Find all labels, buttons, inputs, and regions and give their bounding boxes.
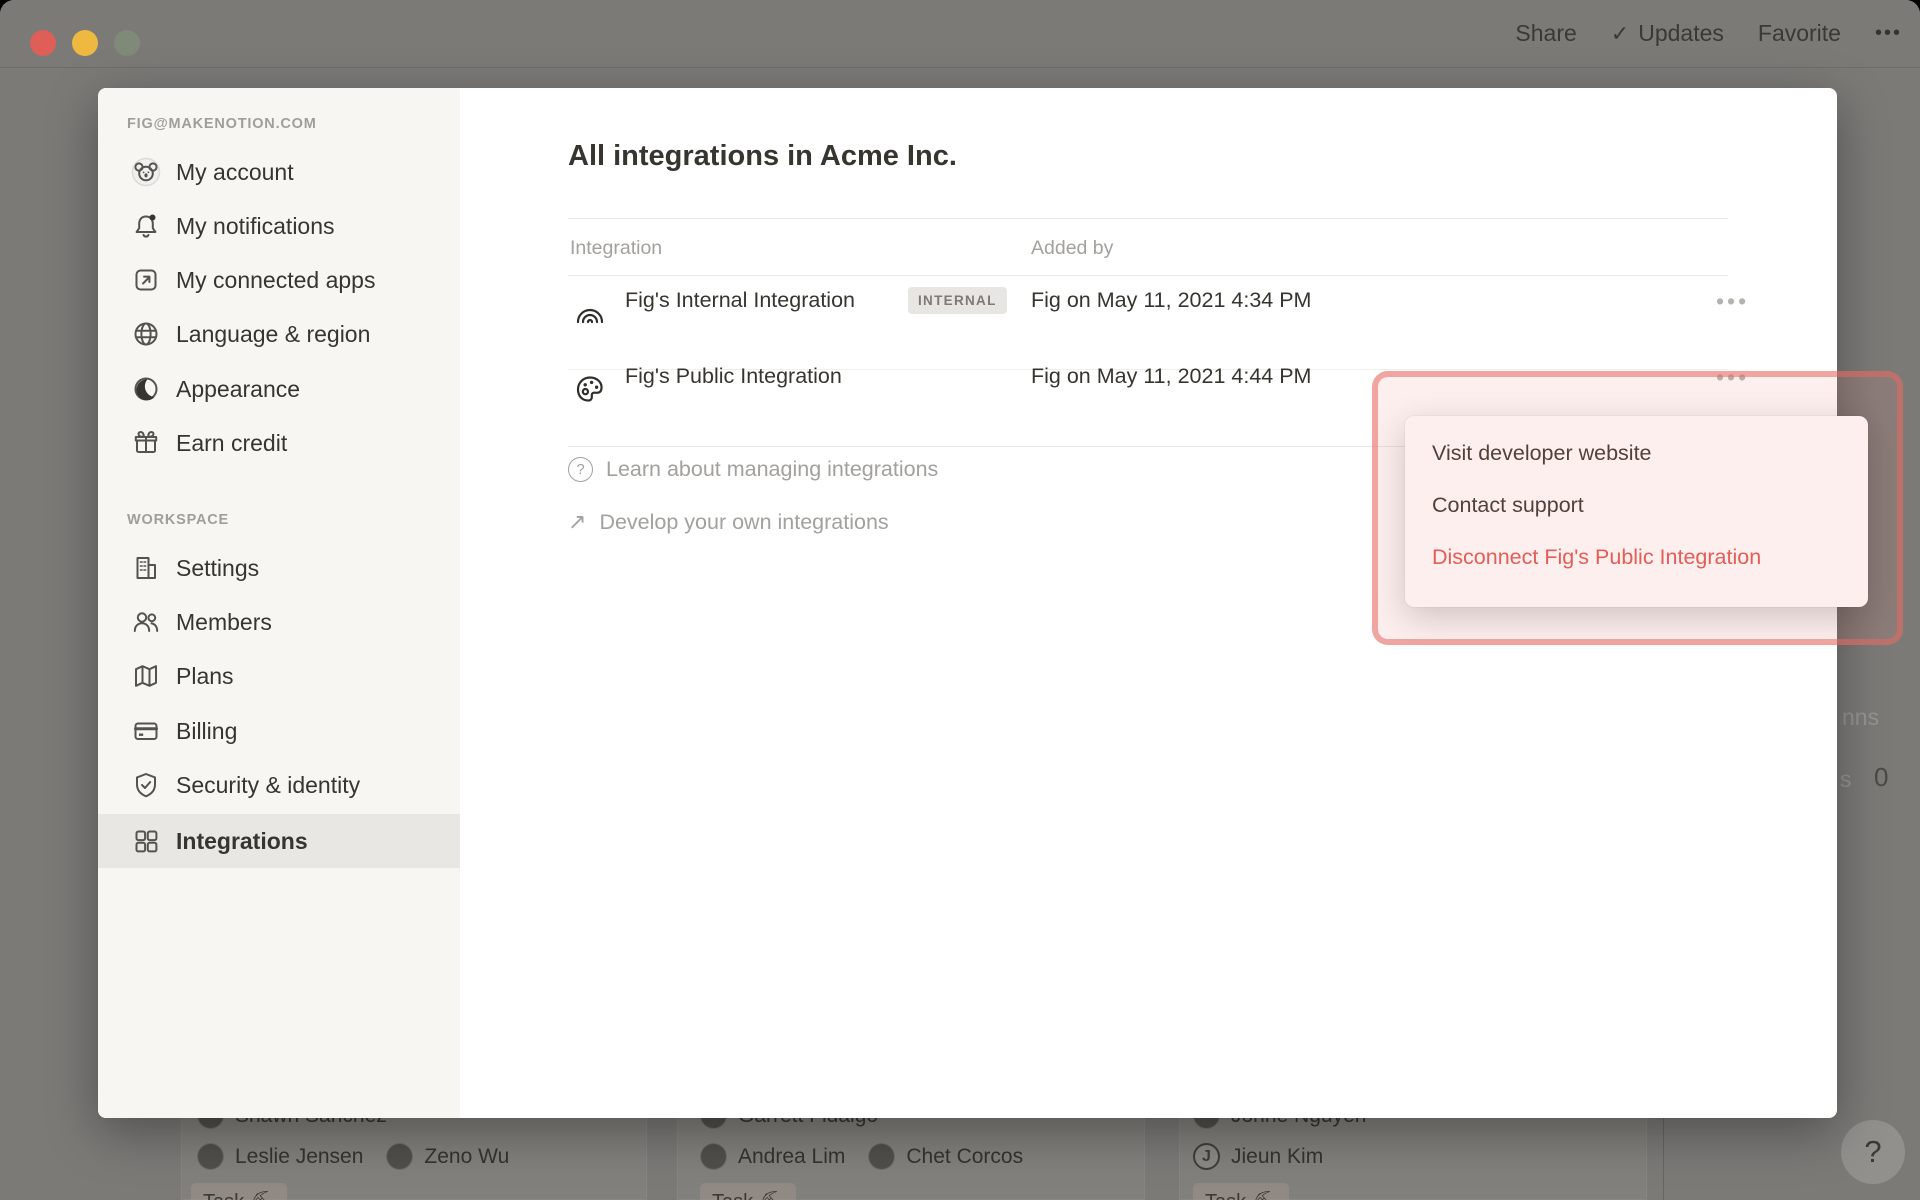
sidebar-item-my-notifications[interactable]: My notifications (98, 199, 460, 253)
menu-item-disconnect-integration[interactable]: Disconnect Fig's Public Integration (1405, 531, 1868, 583)
share-button[interactable]: Share (1515, 20, 1576, 47)
sidebar-item-label: Appearance (176, 376, 300, 403)
sidebar-item-appearance[interactable]: Appearance (98, 362, 460, 416)
letter-avatar: J (1193, 1143, 1220, 1170)
row-more-options-button[interactable]: ••• (1716, 288, 1749, 315)
task-chip: Task ⛏ (191, 1183, 287, 1200)
sidebar-item-label: Integrations (176, 828, 308, 855)
link-label: Develop your own integrations (599, 510, 888, 535)
moon-icon (131, 374, 161, 404)
palette-doodle-icon (572, 371, 608, 407)
koala-avatar-icon (131, 157, 161, 187)
table-border (568, 275, 1728, 276)
person-name: Andrea Lim (738, 1145, 845, 1169)
help-button[interactable]: ? (1841, 1120, 1905, 1184)
map-icon (131, 661, 161, 691)
integration-name: Fig's Public Integration (625, 364, 842, 389)
sidebar-item-label: Settings (176, 555, 259, 582)
sidebar-item-label: My connected apps (176, 267, 375, 294)
arrow-up-right-icon: ↗ (568, 509, 586, 535)
page-title: All integrations in Acme Inc. (568, 140, 957, 173)
person-name: Jieun Kim (1231, 1145, 1323, 1169)
column-header-added-by: Added by (1031, 237, 1113, 260)
task-chip: Task ⛏ (700, 1183, 796, 1200)
updates-label: Updates (1638, 20, 1724, 47)
settings-sidebar: FIG@MAKENOTION.COM My account My notific… (98, 88, 460, 1118)
building-icon (131, 553, 161, 583)
account-email-heading: FIG@MAKENOTION.COM (127, 116, 317, 132)
bell-icon (131, 211, 161, 241)
avatar (700, 1143, 727, 1170)
sidebar-item-members[interactable]: Members (98, 595, 460, 649)
gift-icon (131, 428, 161, 458)
external-link-icon (131, 265, 161, 295)
sidebar-item-my-connected-apps[interactable]: My connected apps (98, 253, 460, 307)
sidebar-item-earn-credit[interactable]: Earn credit (98, 416, 460, 470)
avatar (868, 1143, 895, 1170)
table-border (568, 218, 1728, 219)
zoom-window-button[interactable] (114, 30, 140, 56)
learn-managing-integrations-link[interactable]: ? Learn about managing integrations (568, 457, 938, 482)
integration-name: Fig's Internal Integration (625, 288, 855, 313)
board-person-row: Andrea Lim Chet Corcos (700, 1143, 1023, 1170)
more-options-button[interactable]: ••• (1875, 22, 1902, 45)
person-name: Zeno Wu (424, 1145, 509, 1169)
board-person-row: Leslie Jensen Zeno Wu (197, 1143, 509, 1170)
sidebar-item-integrations[interactable]: Integrations (98, 814, 460, 868)
rainbow-doodle-icon (572, 294, 608, 330)
person-name: Chet Corcos (906, 1145, 1023, 1169)
added-by-value: Fig on May 11, 2021 4:34 PM (1031, 288, 1311, 313)
updates-button[interactable]: ✓ Updates (1611, 20, 1724, 47)
avatar (197, 1143, 224, 1170)
board-person-row: J Jieun Kim (1193, 1143, 1323, 1170)
sidebar-item-label: Members (176, 609, 272, 636)
sidebar-item-plans[interactable]: Plans (98, 649, 460, 703)
sidebar-item-label: Security & identity (176, 772, 360, 799)
sidebar-item-label: Billing (176, 718, 237, 745)
row-more-options-button[interactable]: ••• (1716, 364, 1749, 391)
sidebar-item-label: My account (176, 159, 294, 186)
background-text-fragment: s (1840, 766, 1852, 793)
develop-integrations-link[interactable]: ↗ Develop your own integrations (568, 509, 889, 535)
link-label: Learn about managing integrations (606, 457, 938, 482)
sidebar-item-billing[interactable]: Billing (98, 704, 460, 758)
avatar (386, 1143, 413, 1170)
favorite-button[interactable]: Favorite (1758, 20, 1841, 47)
sidebar-item-my-account[interactable]: My account (98, 145, 460, 199)
menu-item-contact-support[interactable]: Contact support (1405, 479, 1868, 531)
sidebar-item-label: Plans (176, 663, 234, 690)
person-name: Leslie Jensen (235, 1145, 363, 1169)
column-header-integration: Integration (570, 237, 662, 260)
sidebar-item-security-identity[interactable]: Security & identity (98, 758, 460, 812)
sidebar-item-settings[interactable]: Settings (98, 541, 460, 595)
sidebar-item-label: Language & region (176, 321, 370, 348)
minimize-window-button[interactable] (72, 30, 98, 56)
traffic-lights (30, 30, 140, 56)
credit-card-icon (131, 716, 161, 746)
sidebar-item-label: My notifications (176, 213, 335, 240)
check-icon: ✓ (1611, 21, 1629, 47)
integration-context-menu: Visit developer website Contact support … (1405, 416, 1868, 607)
workspace-heading: WORKSPACE (127, 512, 229, 528)
window-topbar: Share ✓ Updates Favorite ••• (0, 0, 1920, 68)
sidebar-item-language-region[interactable]: Language & region (98, 307, 460, 361)
sidebar-item-label: Earn credit (176, 430, 287, 457)
background-count: 0 (1874, 762, 1888, 793)
help-circle-icon: ? (568, 457, 593, 482)
menu-item-visit-developer-website[interactable]: Visit developer website (1405, 427, 1868, 479)
task-chip: Task ⛏ (1193, 1183, 1289, 1200)
app-window: Share ✓ Updates Favorite ••• Shawn Sanch… (0, 0, 1920, 1200)
added-by-value: Fig on May 11, 2021 4:44 PM (1031, 364, 1311, 389)
close-window-button[interactable] (30, 30, 56, 56)
background-text-fragment: nns (1842, 704, 1879, 731)
globe-icon (131, 319, 161, 349)
integrations-grid-icon (131, 826, 161, 856)
internal-badge: INTERNAL (908, 287, 1007, 314)
shield-check-icon (131, 770, 161, 800)
members-icon (131, 607, 161, 637)
